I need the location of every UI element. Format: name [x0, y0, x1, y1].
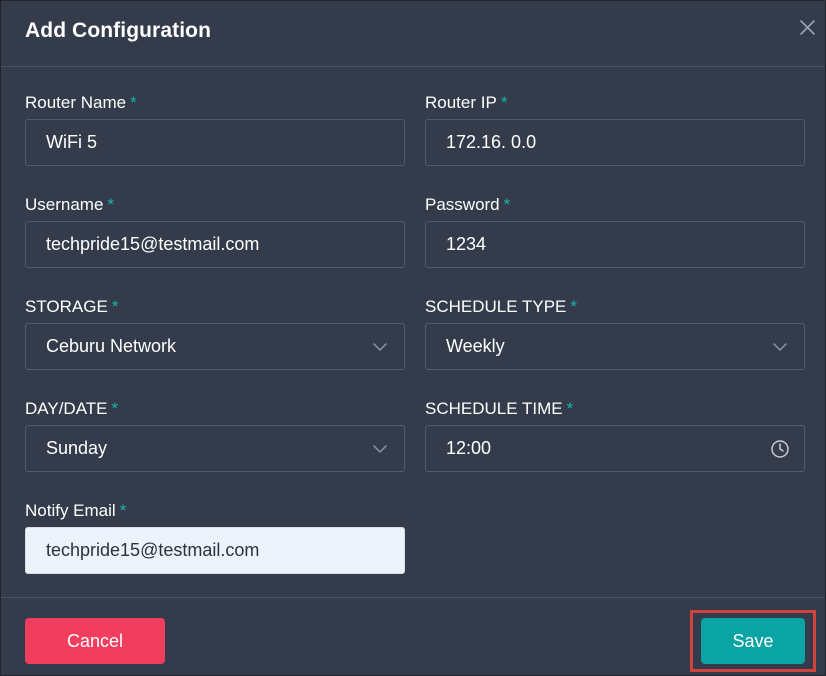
required-mark: * — [566, 399, 574, 418]
required-mark: * — [107, 195, 115, 214]
storage-label: STORAGE — [25, 297, 108, 316]
chevron-down-icon — [370, 439, 390, 459]
router-name-input[interactable] — [26, 120, 404, 165]
username-input[interactable] — [26, 222, 404, 267]
username-label: Username — [25, 195, 104, 214]
schedule-time-control — [425, 425, 805, 472]
dialog-title: Add Configuration — [25, 19, 211, 42]
day-date-label: DAY/DATE — [25, 399, 108, 418]
username-field: Username * — [25, 195, 405, 268]
required-mark: * — [570, 297, 578, 316]
required-mark: * — [119, 501, 127, 520]
notify-email-label: Notify Email — [25, 501, 116, 520]
schedule-time-input[interactable] — [426, 426, 804, 471]
required-mark: * — [111, 297, 119, 316]
notify-email-input[interactable] — [26, 528, 404, 573]
router-ip-input[interactable] — [426, 120, 804, 165]
cancel-button[interactable]: Cancel — [25, 618, 165, 664]
clock-icon[interactable] — [770, 439, 790, 459]
day-date-selected-value: Sunday — [46, 438, 108, 458]
router-name-label: Router Name — [25, 93, 127, 112]
schedule-time-label: SCHEDULE TIME — [425, 399, 563, 418]
router-name-control — [25, 119, 405, 166]
day-date-field: DAY/DATE * Sunday — [25, 399, 405, 472]
chevron-down-icon — [770, 337, 790, 357]
router-ip-control — [425, 119, 805, 166]
schedule-type-selected-value: Weekly — [446, 336, 505, 356]
password-label: Password — [425, 195, 500, 214]
close-icon[interactable] — [797, 17, 819, 39]
add-configuration-dialog: Add Configuration Router Name* Router IP… — [0, 0, 826, 676]
schedule-type-select[interactable]: Weekly — [425, 323, 805, 370]
storage-field: STORAGE * Ceburu Network — [25, 297, 405, 370]
required-mark: * — [130, 93, 137, 112]
password-control — [425, 221, 805, 268]
required-mark: * — [503, 195, 511, 214]
chevron-down-icon — [370, 337, 390, 357]
schedule-type-field: SCHEDULE TYPE * Weekly — [425, 297, 805, 370]
notify-email-control — [25, 527, 405, 574]
day-date-select[interactable]: Sunday — [25, 425, 405, 472]
username-control — [25, 221, 405, 268]
storage-select[interactable]: Ceburu Network — [25, 323, 405, 370]
router-ip-field: Router IP * — [425, 93, 805, 166]
schedule-time-field: SCHEDULE TIME * — [425, 399, 805, 472]
save-button[interactable]: Save — [701, 618, 805, 664]
dialog-footer: Cancel Save — [1, 597, 825, 675]
required-mark: * — [111, 399, 119, 418]
password-field: Password * — [425, 195, 805, 268]
router-name-field: Router Name * — [25, 93, 405, 166]
required-mark: * — [500, 93, 508, 112]
storage-selected-value: Ceburu Network — [46, 336, 177, 356]
dialog-header: Add Configuration — [1, 1, 825, 67]
router-ip-label: Router IP — [425, 93, 497, 112]
notify-email-field: Notify Email * — [25, 501, 405, 574]
schedule-type-label: SCHEDULE TYPE — [425, 297, 567, 316]
password-input[interactable] — [426, 222, 804, 267]
